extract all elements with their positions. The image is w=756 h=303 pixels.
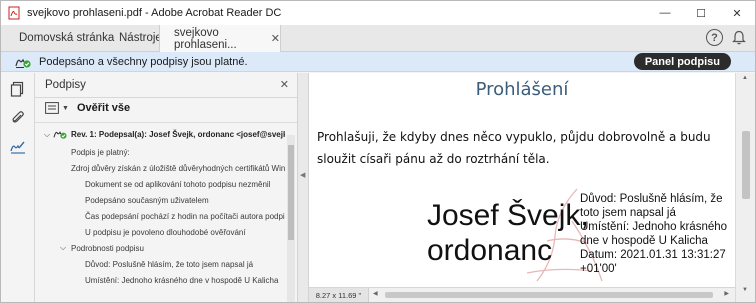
tree-item[interactable]: Podepsáno současným uživatelem xyxy=(85,196,209,206)
scroll-right-icon[interactable]: ▶ xyxy=(724,290,729,297)
window-controls: — ☐ ✕ xyxy=(647,1,755,25)
horizontal-scrollbar-thumb[interactable] xyxy=(385,292,713,298)
maximize-button[interactable]: ☐ xyxy=(683,1,719,25)
pdf-file-icon xyxy=(8,6,20,20)
signature-valid-icon xyxy=(53,131,67,139)
collapse-arrow-icon[interactable]: ◀ xyxy=(300,171,305,179)
panel-scrollbar[interactable] xyxy=(287,135,295,302)
tab-bar: Domovská stránka Nástroje svejkovo prohl… xyxy=(1,25,755,52)
signature-date: Datum: 2021.01.31 13:31:27 +01'00' xyxy=(580,249,726,275)
signature-panel-button[interactable]: Panel podpisu xyxy=(633,53,731,70)
notification-bell-icon[interactable] xyxy=(732,30,746,45)
scroll-up-icon[interactable]: ▲ xyxy=(742,75,748,81)
chevron-down-icon[interactable]: ⌵ xyxy=(44,130,50,140)
chevron-down-icon[interactable]: ⌵ xyxy=(60,243,66,253)
tab-document-label: svejkovo prohlaseni... xyxy=(174,26,237,51)
minimize-button[interactable]: — xyxy=(647,1,683,25)
attachments-icon[interactable] xyxy=(10,110,26,126)
signature-appearance-name[interactable]: Josef Švejk, ordonanc xyxy=(427,198,589,268)
tree-item[interactable]: Čas podepsání pochází z hodin na počítač… xyxy=(85,212,285,222)
signature-tree: ⌵ Rev. 1: Podepsal(a): Josef Švejk, ordo… xyxy=(35,127,285,302)
divider xyxy=(35,122,297,123)
tab-document[interactable]: svejkovo prohlaseni... ✕ xyxy=(159,25,281,52)
tree-item[interactable]: Podrobnosti podpisu xyxy=(71,244,144,254)
signature-location: Umístění: Jednoho krásného dne v hospodě… xyxy=(580,221,728,247)
scroll-left-icon[interactable]: ◀ xyxy=(373,290,378,297)
divider xyxy=(35,97,297,98)
scrollbar-thumb[interactable] xyxy=(742,131,750,199)
document-title: Prohlášení xyxy=(475,79,569,100)
tree-item[interactable]: Dokument se od aplikování tohoto podpisu… xyxy=(85,180,270,190)
verify-all-button[interactable]: ▼ Ověřit vše xyxy=(45,102,130,114)
scroll-down-icon[interactable]: ▼ xyxy=(742,287,748,293)
acrobat-window: svejkovo prohlaseni.pdf - Adobe Acrobat … xyxy=(0,0,756,303)
window-title: svejkovo prohlaseni.pdf - Adobe Acrobat … xyxy=(27,7,282,19)
tab-home[interactable]: Domovská stránka xyxy=(19,25,114,51)
scrollbar-thumb[interactable] xyxy=(288,145,294,240)
signature-valid-icon xyxy=(15,58,31,68)
tree-item[interactable]: Umístění: Jednoho krásného dne v hospodě… xyxy=(85,276,278,286)
signatures-panel: Podpisy ✕ ▼ Ověřit vše ⌵ Rev. 1: Podepsa… xyxy=(35,73,297,302)
options-list-icon[interactable] xyxy=(45,102,59,114)
panel-splitter[interactable]: ◀ xyxy=(297,73,309,302)
signatures-pen-icon[interactable] xyxy=(10,139,26,155)
tree-item[interactable]: U podpisu je povoleno dlouhodobé ověřová… xyxy=(85,228,246,238)
page-size-indicator: 8.27 x 11.69 " xyxy=(309,288,369,302)
status-bar: 8.27 x 11.69 " ◀ ▶ xyxy=(309,287,735,302)
document-page: Prohlášení Prohlašuji, že kdyby dnes něc… xyxy=(309,73,735,287)
signature-revision-item[interactable]: Rev. 1: Podepsal(a): Josef Švejk, ordona… xyxy=(71,130,285,140)
signer-name-line: Josef Švejk, xyxy=(427,199,589,232)
signature-reason: Důvod: Poslušně hlásím, že toto jsem nap… xyxy=(580,193,723,219)
panel-close-icon[interactable]: ✕ xyxy=(280,78,289,91)
tree-item[interactable]: Zdroj důvěry získán z úložiště důvěryhod… xyxy=(71,164,285,174)
help-icon[interactable]: ? xyxy=(706,29,723,46)
signature-status-message: Podepsáno a všechny podpisy jsou platné. xyxy=(39,55,248,68)
document-vertical-scrollbar[interactable]: ▲ ▼ xyxy=(735,73,755,302)
close-window-button[interactable]: ✕ xyxy=(719,1,755,25)
tab-close-icon[interactable]: ✕ xyxy=(271,32,280,45)
title-bar: svejkovo prohlaseni.pdf - Adobe Acrobat … xyxy=(1,1,755,25)
navigation-rail xyxy=(1,73,35,302)
signature-status-bar: Podepsáno a všechny podpisy jsou platné.… xyxy=(1,52,755,72)
panel-title: Podpisy xyxy=(45,79,86,91)
verify-all-label: Ověřit vše xyxy=(76,102,131,114)
signer-name-line: ordonanc xyxy=(427,234,553,267)
tree-item[interactable]: Důvod: Poslušně hlásím, že toto jsem nap… xyxy=(85,260,253,270)
pages-icon[interactable] xyxy=(10,81,26,97)
tab-tools[interactable]: Nástroje xyxy=(119,25,162,51)
document-body-text: Prohlašuji, že kdyby dnes něco vypuklo, … xyxy=(317,130,711,166)
chevron-down-icon[interactable]: ▼ xyxy=(62,105,69,112)
signature-appearance-details[interactable]: Důvod: Poslušně hlásím, že toto jsem nap… xyxy=(580,192,730,276)
tree-item[interactable]: Podpis je platný: xyxy=(71,148,130,158)
